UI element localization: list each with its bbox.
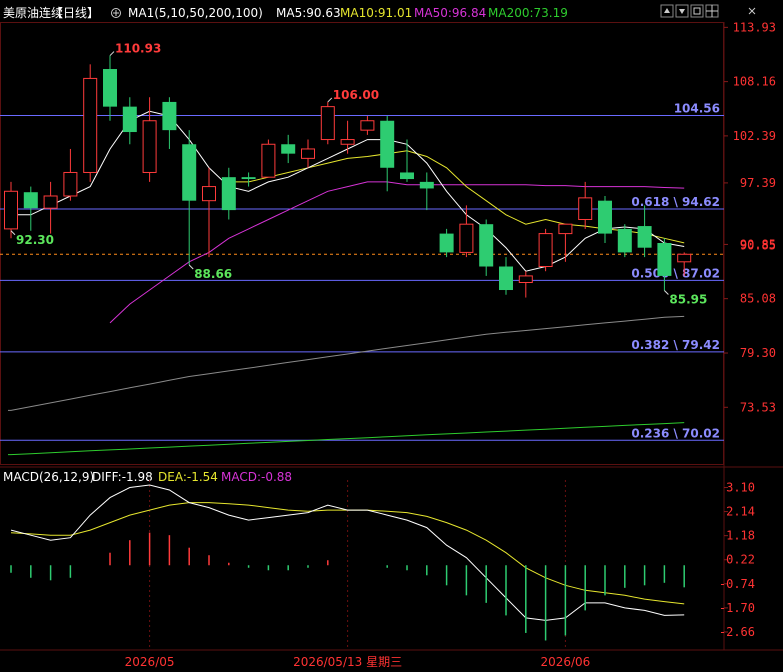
candle-body-down: [162, 101, 177, 131]
candle-body-down: [103, 69, 117, 107]
ma-title: MA1(5,10,50,200,100): [128, 6, 263, 20]
chart-canvas[interactable]: 美原油连续 【日线】 MA1(5,10,50,200,100) MA5:90.6…: [0, 0, 783, 672]
candle-body-up: [83, 77, 98, 173]
ma200-value: MA200:73.19: [488, 6, 568, 20]
ma50-value: MA50:96.84: [414, 6, 486, 20]
macd-dea-value: DEA:-1.54: [158, 470, 218, 484]
candle-body-up: [677, 253, 692, 263]
macd-tick-label: -2.66: [719, 625, 755, 639]
price-tick-label: 108.16: [733, 75, 776, 89]
candle-body-up: [518, 275, 533, 283]
price-extreme-label: 110.93: [115, 42, 161, 56]
time-axis-label: 2026/05/13 星期三: [293, 655, 402, 669]
candle-body-down: [419, 181, 434, 189]
price-tick-label: 97.39: [740, 176, 776, 190]
fib-level-label: 0.236 \ 70.02: [631, 426, 720, 440]
candle-body-up: [578, 197, 593, 220]
ma10-value: MA10:91.01: [340, 6, 412, 20]
fib-level-label: 0.500 \ 87.02: [631, 266, 720, 280]
price-tick-label: 73.53: [740, 400, 776, 414]
candle-body-down: [499, 266, 513, 291]
candle-body-down: [479, 224, 494, 267]
ma10-line: [228, 150, 685, 244]
annotation-pointer: [664, 290, 669, 295]
candle-body-down: [657, 243, 672, 276]
candle-body-down: [182, 144, 197, 201]
candle-body-up: [459, 223, 474, 253]
macd-tick-label: 3.10: [726, 481, 755, 495]
candle-body-up: [538, 233, 553, 268]
macd-tick-label: 2.14: [726, 505, 755, 519]
price-extreme-label: 92.30: [16, 233, 54, 247]
macd-diff-value: DIFF:-1.98: [92, 470, 153, 484]
period-label[interactable]: 【日线】: [51, 6, 99, 20]
candle-body-up: [320, 106, 335, 141]
macd-tick-label: -0.74: [719, 577, 755, 591]
ma200-line: [8, 422, 685, 456]
time-axis-label: 2026/05: [125, 655, 175, 669]
candle-body-up: [202, 186, 216, 202]
up-arrow-icon[interactable]: [660, 4, 674, 18]
candle-body-up: [340, 139, 355, 145]
time-axis-label: 2026/06: [540, 655, 590, 669]
macd-tick-label: 0.22: [726, 553, 755, 567]
candle-body-up: [4, 190, 18, 230]
price-tick-label: 85.08: [740, 292, 776, 306]
candle-body-up: [261, 143, 276, 178]
price-extreme-label: 88.66: [194, 267, 232, 281]
candle-body-down: [380, 120, 395, 168]
candle-body-down: [598, 200, 612, 234]
annotation-pointer: [109, 51, 115, 56]
macd-macd-value: MACD:-0.88: [221, 470, 292, 484]
candle-body-down: [400, 172, 414, 180]
candle-body-down: [637, 226, 652, 248]
down-arrow-icon[interactable]: [675, 4, 689, 18]
candle-body-down: [241, 177, 256, 180]
candle-body-down: [439, 233, 454, 253]
price-tick-label: 90.85: [740, 237, 776, 251]
price-extreme-label: 85.95: [669, 292, 707, 306]
price-tick-label: 79.30: [740, 346, 776, 360]
annotation-pointer: [10, 230, 16, 236]
candle-body-down: [23, 192, 38, 209]
candle-body-down: [281, 144, 296, 154]
annotation-pointer: [327, 97, 333, 103]
window-icon[interactable]: [690, 4, 704, 18]
macd-tick-label: 1.18: [726, 529, 755, 543]
candle-body-up: [301, 148, 315, 159]
ma5-value: MA5:90.63: [276, 6, 341, 20]
price-tick-label: 102.39: [733, 129, 776, 143]
candle-body-down: [617, 228, 632, 253]
candle-body-up: [43, 195, 58, 209]
fib-level-label: 0.382 \ 79.42: [631, 338, 720, 352]
macd-tick-label: -1.70: [719, 601, 755, 615]
macd-dea-line: [10, 502, 685, 605]
price-tick-label: 113.93: [733, 20, 776, 34]
candle-body-up: [63, 171, 78, 197]
grid-icon[interactable]: [705, 4, 719, 18]
fib-level-label: 104.56: [674, 101, 720, 115]
annotation-pointer: [188, 264, 194, 270]
price-extreme-label: 106.00: [333, 88, 379, 102]
candle-body-up: [558, 223, 573, 235]
plus-circle-icon[interactable]: [111, 8, 121, 18]
close-icon[interactable]: [748, 7, 756, 15]
candle-body-down: [122, 106, 137, 133]
candle-body-up: [142, 120, 157, 173]
candle-body-down: [221, 177, 236, 211]
ma100-line: [8, 315, 685, 411]
macd-title: MACD(26,12,9): [3, 470, 94, 484]
candle-body-up: [360, 120, 375, 131]
